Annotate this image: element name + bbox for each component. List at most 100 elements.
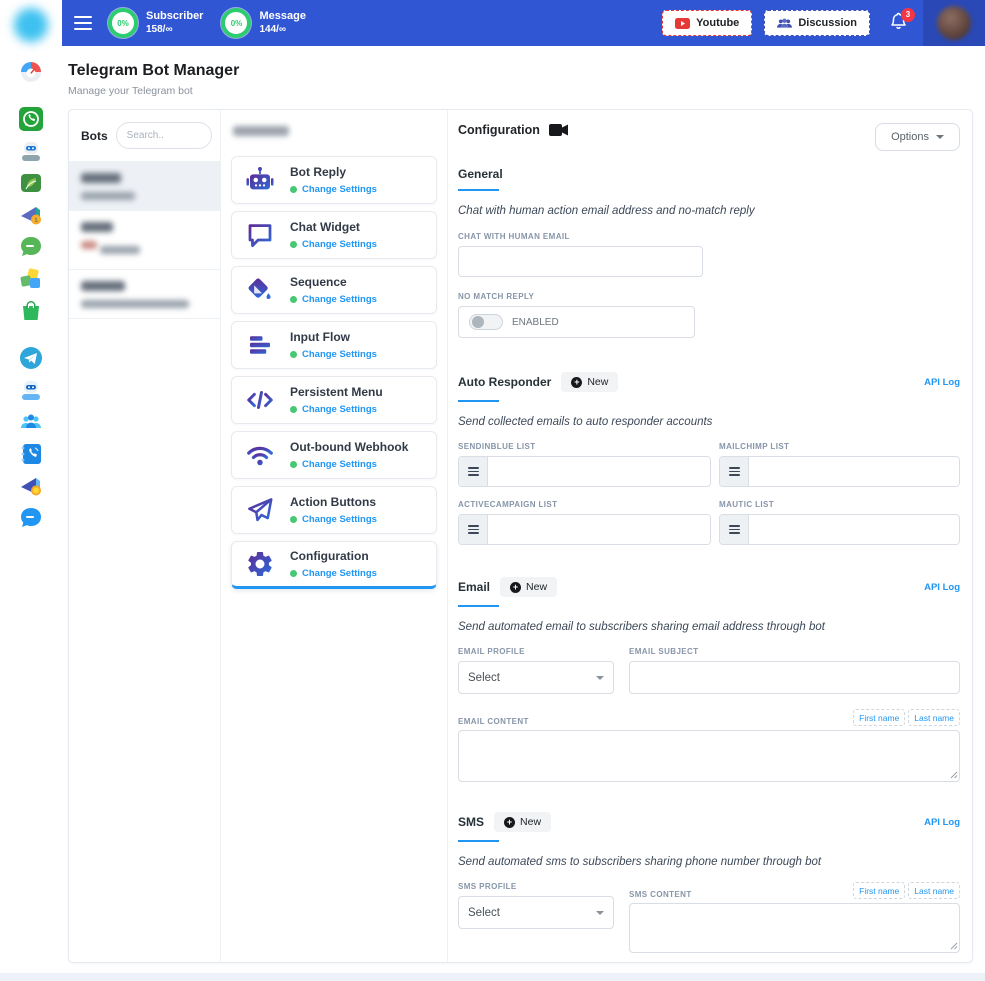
sms-new-button[interactable]: +New: [494, 812, 551, 832]
message-progress-ring: 0%: [221, 8, 251, 38]
status-dot: [290, 296, 297, 303]
change-settings-link[interactable]: Change Settings: [302, 294, 377, 305]
menu-card-title: Bot Reply: [290, 165, 377, 179]
change-settings-link[interactable]: Change Settings: [302, 404, 377, 415]
change-settings-link[interactable]: Change Settings: [302, 568, 377, 579]
email-content-label: EMAIL CONTENT: [458, 717, 529, 726]
auto-responder-title: Auto Responder: [458, 375, 551, 389]
options-button[interactable]: Options: [875, 123, 960, 151]
integrations-icon[interactable]: [18, 266, 44, 292]
change-settings-link[interactable]: Change Settings: [302, 184, 377, 195]
green-chat-icon[interactable]: [18, 234, 44, 260]
change-settings-link[interactable]: Change Settings: [302, 239, 377, 250]
bots-search-input[interactable]: [116, 122, 212, 149]
broadcast-coin-icon[interactable]: [18, 473, 44, 499]
tab-underline: [458, 605, 499, 607]
tab-general[interactable]: General: [458, 167, 503, 181]
youtube-icon: [675, 18, 690, 29]
video-tutorial-icon[interactable]: [549, 123, 569, 137]
redacted-bot-flag: [81, 241, 97, 249]
last-name-token-button[interactable]: Last name: [908, 709, 960, 726]
menu-card-title: Chat Widget: [290, 220, 377, 234]
first-name-token-button[interactable]: First name: [853, 882, 905, 899]
email-profile-label: EMAIL PROFILE: [458, 647, 614, 656]
email-subject-input[interactable]: [629, 661, 960, 694]
email-campaign-icon[interactable]: [18, 170, 44, 196]
last-name-token-button[interactable]: Last name: [908, 882, 960, 899]
bot-list-item[interactable]: [69, 162, 220, 211]
menu-card-configuration[interactable]: Configuration Change Settings: [231, 541, 437, 589]
menu-card-bot-reply[interactable]: Bot Reply Change Settings: [231, 156, 437, 204]
activecampaign-list-input[interactable]: [488, 515, 710, 544]
auto-responder-api-log-link[interactable]: API Log: [924, 377, 960, 388]
sms-api-log-link[interactable]: API Log: [924, 817, 960, 828]
youtube-button[interactable]: Youtube: [662, 10, 752, 36]
status-dot: [290, 461, 297, 468]
configuration-icon: [243, 547, 277, 581]
sendinblue-list-input[interactable]: [488, 457, 710, 486]
resize-handle[interactable]: [950, 771, 958, 779]
change-settings-link[interactable]: Change Settings: [302, 514, 377, 525]
menu-card-title: Out-bound Webhook: [290, 440, 408, 454]
first-name-token-button[interactable]: First name: [853, 709, 905, 726]
mailchimp-list-input[interactable]: [749, 457, 959, 486]
chat-widget-icon: [243, 218, 277, 252]
email-profile-select[interactable]: Select: [458, 661, 614, 694]
email-content-textarea[interactable]: [458, 730, 960, 782]
menu-card-chat-widget[interactable]: Chat Widget Change Settings: [231, 211, 437, 259]
profile-menu[interactable]: [923, 0, 985, 46]
webhook-icon: [243, 438, 277, 472]
subscriber-label: Subscriber: [146, 10, 203, 24]
discussion-button[interactable]: Discussion: [764, 10, 870, 36]
change-settings-link[interactable]: Change Settings: [302, 459, 377, 470]
messenger-bot-icon[interactable]: [18, 138, 44, 164]
redacted-bot-name: [81, 173, 121, 183]
menu-card-title: Input Flow: [290, 330, 377, 344]
change-settings-link[interactable]: Change Settings: [302, 349, 377, 360]
redacted-selected-bot-name: [233, 126, 289, 136]
sms-profile-select[interactable]: Select: [458, 896, 614, 929]
plus-icon: +: [510, 582, 521, 593]
broadcast-megaphone-icon[interactable]: $: [18, 202, 44, 228]
whatsapp-icon[interactable]: [18, 106, 44, 132]
mautic-list-input[interactable]: [749, 515, 959, 544]
page-subtitle: Manage your Telegram bot: [68, 85, 985, 97]
no-match-reply-label: NO MATCH REPLY: [458, 292, 960, 301]
enabled-toggle[interactable]: [469, 314, 503, 330]
configuration-title: Configuration: [458, 123, 540, 137]
menu-card-outbound-webhook[interactable]: Out-bound Webhook Change Settings: [231, 431, 437, 479]
users-icon: [777, 18, 792, 29]
bot-list-item[interactable]: [69, 211, 220, 270]
app-logo[interactable]: [14, 8, 48, 42]
email-new-button[interactable]: +New: [500, 577, 557, 597]
sms-title: SMS: [458, 815, 484, 829]
menu-toggle-icon[interactable]: [74, 12, 92, 34]
sms-profile-label: SMS PROFILE: [458, 882, 614, 891]
avatar[interactable]: [937, 6, 971, 40]
bot-list-item[interactable]: [69, 270, 220, 319]
contacts-book-icon[interactable]: [18, 441, 44, 467]
activecampaign-list-field: [458, 514, 711, 545]
tab-underline: [458, 189, 499, 191]
menu-card-sequence[interactable]: Sequence Change Settings: [231, 266, 437, 314]
sms-chat-icon[interactable]: [18, 505, 44, 531]
menu-card-input-flow[interactable]: Input Flow Change Settings: [231, 321, 437, 369]
auto-responder-new-button[interactable]: +New: [561, 372, 618, 392]
notifications-button[interactable]: 3: [890, 12, 907, 35]
telegram-icon[interactable]: [18, 345, 44, 371]
subscriber-progress-ring: 0%: [108, 8, 138, 38]
menu-card-persistent-menu[interactable]: Persistent Menu Change Settings: [231, 376, 437, 424]
sms-content-textarea[interactable]: [629, 903, 960, 953]
group-members-icon[interactable]: [18, 409, 44, 435]
chevron-down-icon: [596, 676, 604, 680]
dashboard-gauge-icon[interactable]: [18, 59, 44, 85]
menu-card-action-buttons[interactable]: Action Buttons Change Settings: [231, 486, 437, 534]
ecommerce-bag-icon[interactable]: [18, 298, 44, 324]
chat-with-human-email-input[interactable]: [458, 246, 703, 277]
sms-content-label: SMS CONTENT: [629, 890, 692, 899]
email-title: Email: [458, 580, 490, 594]
tab-underline: [458, 400, 499, 402]
telegram-bot-icon[interactable]: [18, 377, 44, 403]
resize-handle[interactable]: [950, 942, 958, 950]
email-api-log-link[interactable]: API Log: [924, 582, 960, 593]
